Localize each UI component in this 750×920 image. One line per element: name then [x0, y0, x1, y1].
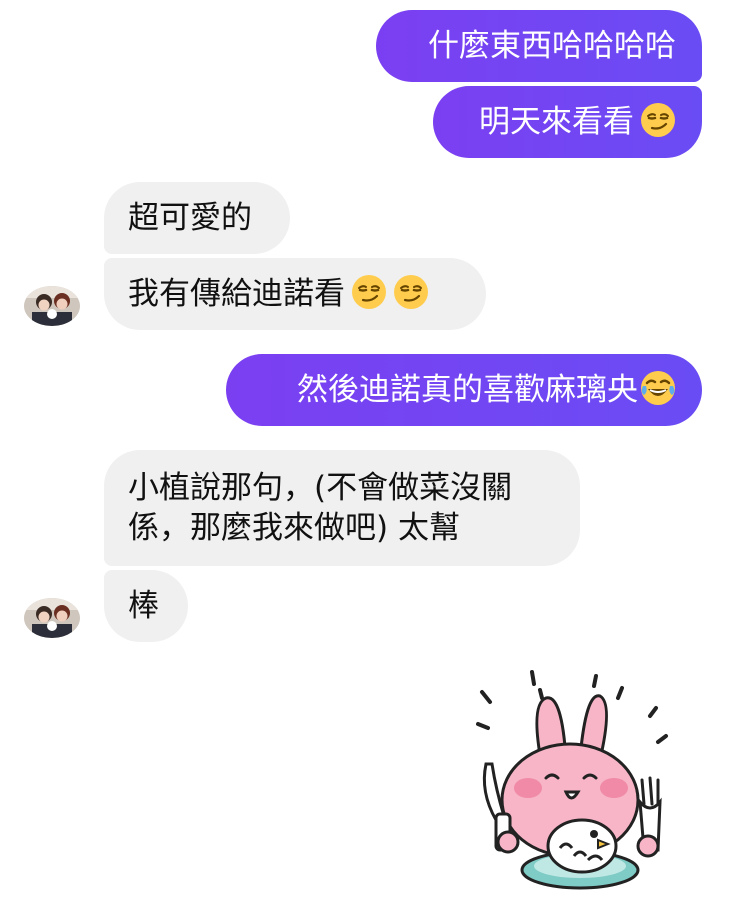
smirking-face-icon	[394, 275, 428, 309]
incoming-message-bubble[interactable]: 我有傳給迪諾看	[104, 258, 486, 330]
avatar[interactable]	[24, 598, 80, 638]
message-text: 然後迪諾真的喜歡麻璃央	[297, 372, 638, 408]
outgoing-message-bubble[interactable]: 什麼東西哈哈哈哈	[376, 10, 702, 82]
contact-photo	[24, 286, 80, 326]
message-text-line: 係，那麼我來做吧) 太幫	[128, 510, 460, 546]
incoming-message-bubble[interactable]: 棒	[104, 570, 188, 642]
message-text: 棒	[128, 588, 159, 624]
smirking-face-icon	[641, 103, 675, 137]
incoming-message-bubble[interactable]: 超可愛的	[104, 182, 290, 254]
avatar[interactable]	[24, 286, 80, 326]
message-text: 什麼東西哈哈哈哈	[428, 28, 676, 64]
message-text: 超可愛的	[128, 200, 252, 236]
message-text: 我有傳給迪諾看	[128, 276, 345, 312]
contact-photo	[24, 598, 80, 638]
incoming-message-bubble[interactable]: 小植說那句，(不會做菜沒關 係，那麼我來做吧) 太幫	[104, 450, 580, 566]
face-with-tears-of-joy-icon	[641, 371, 675, 405]
outgoing-message-bubble[interactable]: 明天來看看	[433, 86, 702, 158]
message-text: 明天來看看	[479, 104, 634, 140]
message-text-line: 小植說那句，(不會做菜沒關	[128, 470, 513, 506]
outgoing-message-bubble[interactable]: 然後迪諾真的喜歡麻璃央	[226, 354, 702, 426]
pink-rabbit-sticker[interactable]	[462, 664, 702, 904]
smirking-face-icon	[352, 275, 386, 309]
